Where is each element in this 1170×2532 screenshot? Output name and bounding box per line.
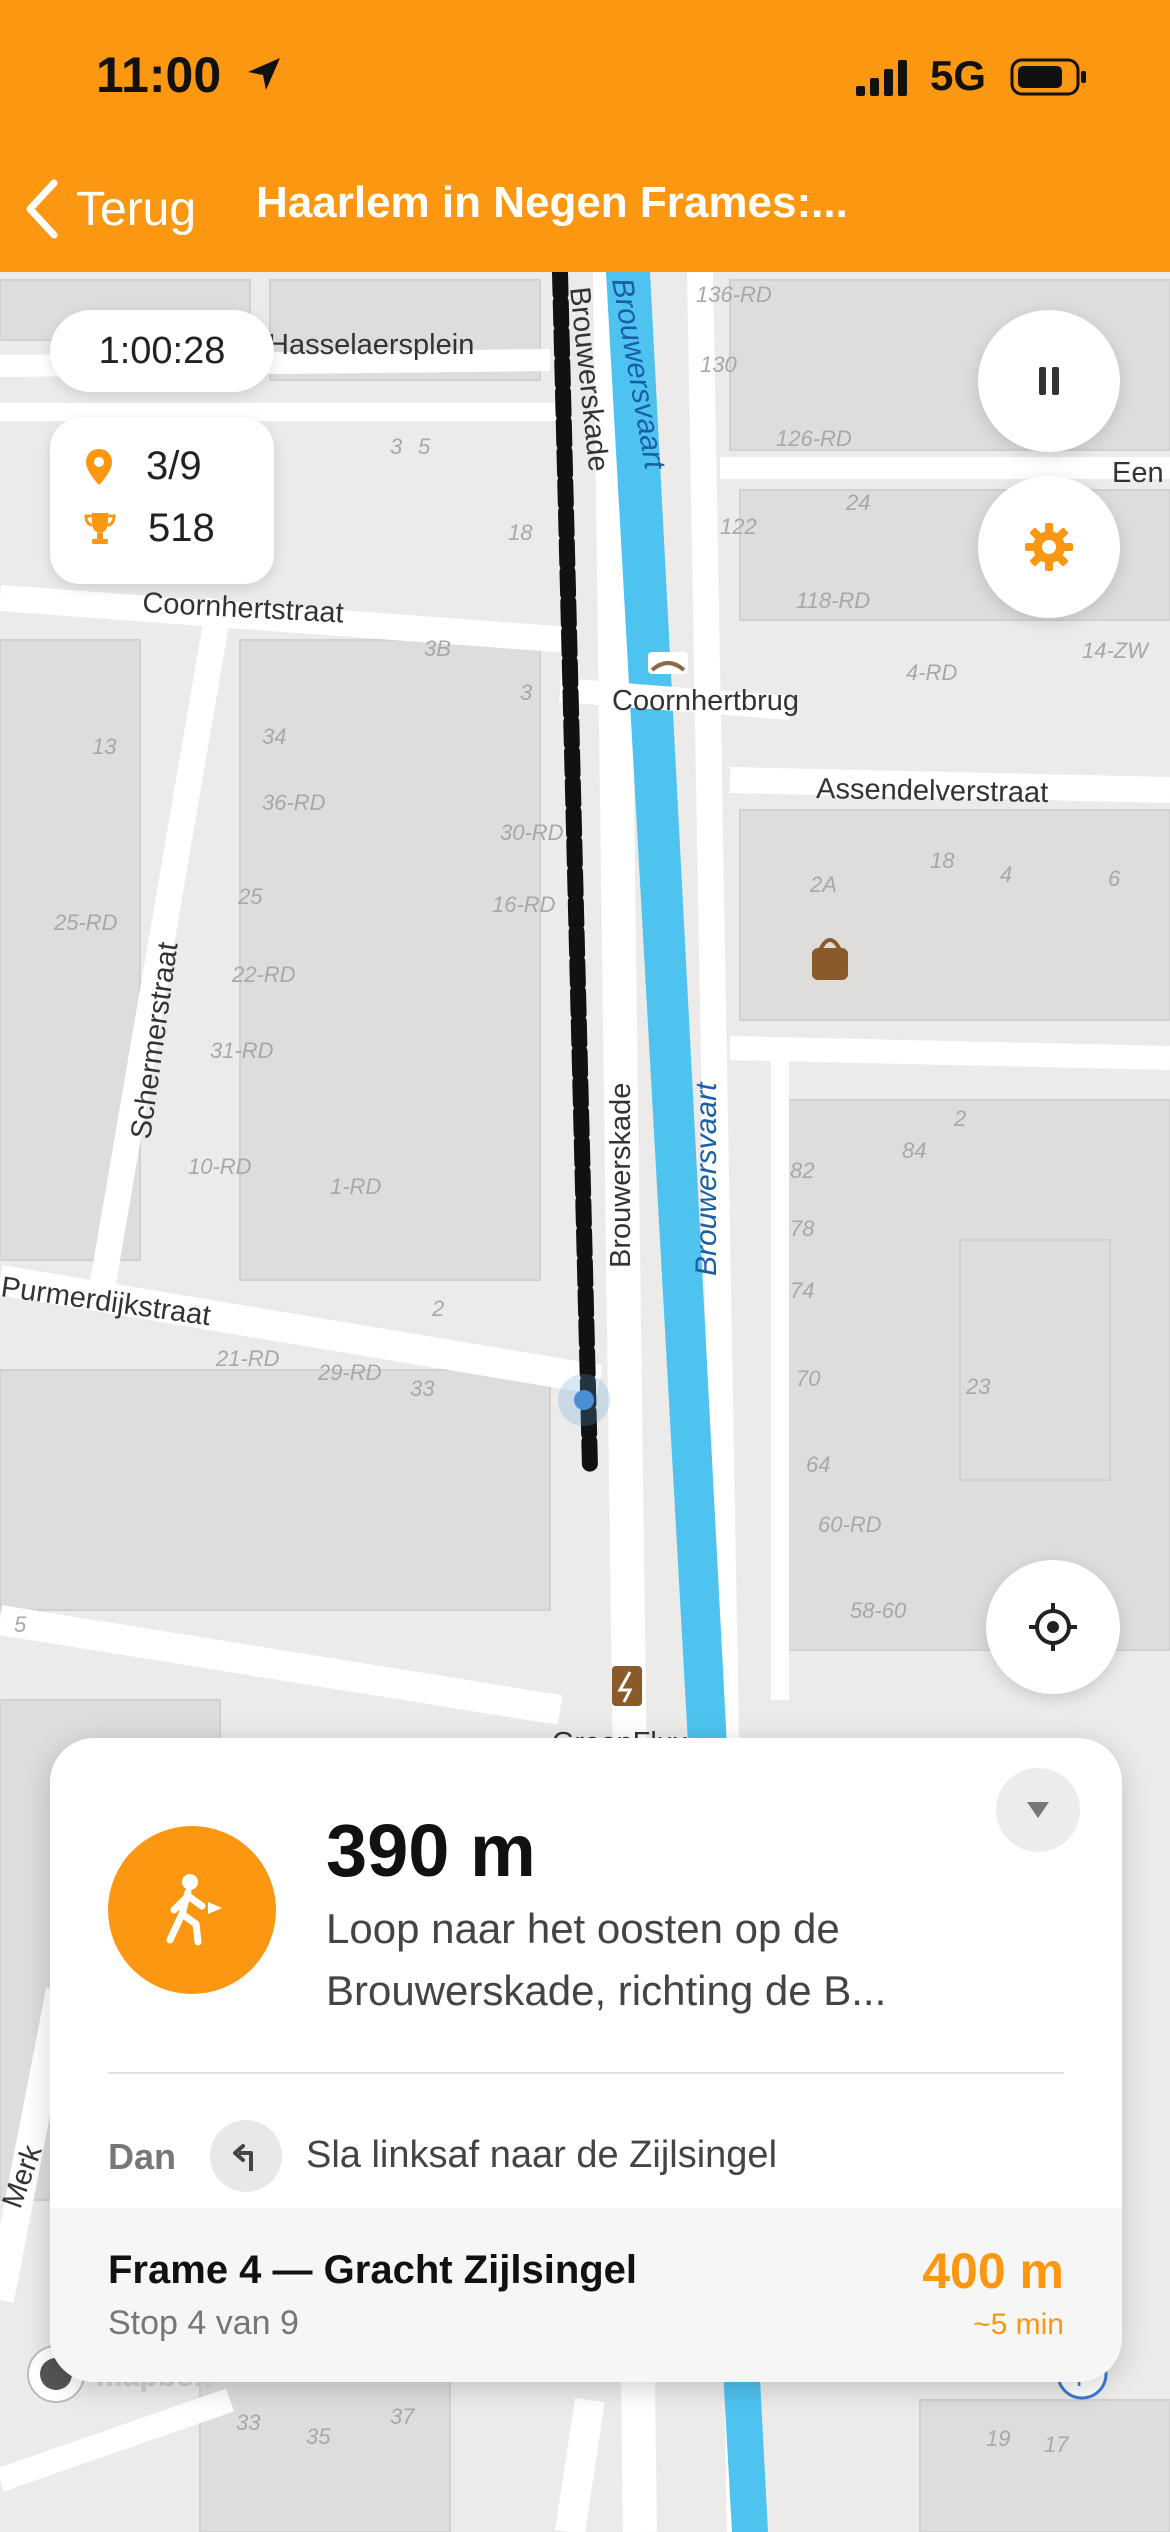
canal-label: Brouwersvaart [690, 1081, 723, 1276]
house-number: 35 [306, 2424, 331, 2449]
navigation-card: 390 m Loop naar het oosten op de Brouwer… [50, 1738, 1122, 2382]
page-title: Haarlem in Negen Frames:... [256, 178, 848, 227]
turn-left-icon [233, 2144, 253, 2171]
house-number: 82 [790, 1158, 814, 1183]
house-number: 13 [92, 734, 117, 759]
location-arrow-icon [248, 58, 280, 90]
house-number: 118-RD [796, 588, 870, 613]
house-number: 18 [930, 848, 955, 873]
street-label: Hasselaersplein [268, 329, 474, 361]
battery-icon [1010, 58, 1086, 96]
charging-icon [612, 1666, 642, 1706]
house-number: 3 [390, 434, 403, 459]
house-number: 37 [390, 2404, 415, 2429]
progress-row: 3/9 [84, 444, 202, 489]
house-number: 4 [1000, 862, 1012, 887]
chevron-left-icon [26, 179, 58, 239]
house-number: 64 [806, 1452, 830, 1477]
house-number: 130 [700, 352, 737, 377]
house-number: 33 [236, 2410, 261, 2435]
house-number: 22-RD [231, 962, 296, 987]
house-number: 16-RD [492, 892, 556, 917]
house-number: 25-RD [53, 910, 118, 935]
trophy-icon [84, 512, 116, 544]
house-number: 21-RD [215, 1346, 280, 1371]
house-number: 2A [809, 872, 837, 897]
house-number: 70 [796, 1366, 821, 1391]
house-number: 122 [720, 514, 757, 539]
house-number: 3B [424, 636, 451, 661]
next-stop-row[interactable]: Frame 4 — Gracht Zijlsingel Stop 4 van 9… [50, 2208, 1122, 2382]
street-label: Coornhertbrug [612, 685, 799, 717]
pause-icon [1039, 367, 1059, 395]
house-number: 29-RD [317, 1360, 382, 1385]
next-stop-distance: 400 m [922, 2243, 1064, 2299]
house-number: 18 [508, 520, 533, 545]
back-button[interactable]: Terug [22, 174, 196, 244]
next-stop-eta: ~5 min [973, 2308, 1064, 2341]
house-number: 58-60 [850, 1598, 907, 1623]
house-number: 14-ZW [1082, 638, 1150, 663]
house-number: 126-RD [776, 426, 852, 451]
next-maneuver-badge [210, 2120, 282, 2192]
tour-stats-card: 3/9 518 [50, 418, 274, 584]
maneuver-instruction: Loop naar het oosten op de Brouwerskade,… [326, 1905, 887, 2014]
house-number: 17 [1044, 2432, 1069, 2457]
house-number: 10-RD [188, 1154, 252, 1179]
house-number: 4-RD [906, 660, 957, 685]
back-label: Terug [76, 182, 197, 236]
house-number: 78 [790, 1216, 815, 1241]
house-number: 23 [965, 1374, 991, 1399]
house-number: 2 [953, 1106, 966, 1131]
elapsed-timer: 1:00:28 [50, 310, 274, 392]
street-label: Een [1112, 457, 1164, 489]
house-number: 25 [237, 884, 263, 909]
caret-down-icon [1027, 1802, 1049, 1818]
recenter-button[interactable] [986, 1560, 1120, 1694]
score-value: 518 [148, 506, 215, 550]
house-number: 36-RD [262, 790, 326, 815]
collapse-button[interactable] [996, 1768, 1080, 1852]
street-label: Assendelverstraat [816, 773, 1049, 809]
maneuver-distance: 390 m [326, 1809, 536, 1892]
next-stop-index: Stop 4 van 9 [108, 2304, 299, 2342]
house-number: 30-RD [500, 820, 564, 845]
house-number: 34 [262, 724, 286, 749]
settings-button[interactable] [978, 476, 1120, 618]
divider [108, 2072, 1064, 2074]
network-type: 5G [930, 52, 987, 99]
house-number: 60-RD [818, 1512, 882, 1537]
locate-icon [1029, 1603, 1077, 1651]
then-label: Dan [108, 2136, 177, 2177]
house-number: 5 [418, 434, 431, 459]
street-label: Brouwerskade [605, 1083, 637, 1268]
house-number: 74 [790, 1278, 814, 1303]
progress-count: 3/9 [146, 444, 202, 488]
house-number: 3 [520, 680, 533, 705]
house-number: 19 [986, 2426, 1010, 2451]
score-row: 518 [84, 506, 215, 551]
signal-icon [856, 60, 907, 96]
house-number: 33 [410, 1376, 435, 1401]
pin-icon [86, 448, 112, 485]
house-number: 1-RD [330, 1174, 381, 1199]
walking-icon [166, 1874, 222, 1946]
maneuver-badge [108, 1826, 276, 1994]
house-number: 84 [902, 1138, 926, 1163]
house-number: 24 [845, 490, 870, 515]
next-stop-title: Frame 4 — Gracht Zijlsingel [108, 2248, 638, 2292]
next-maneuver-instruction: Sla linksaf naar de Zijlsingel [306, 2134, 778, 2176]
status-time: 11:00 [96, 47, 222, 103]
house-number: 6 [1108, 866, 1121, 891]
app-header: 11:00 5G Terug Haarlem in Negen Frames:.… [0, 0, 1170, 272]
house-number: 136-RD [696, 282, 772, 307]
pause-button[interactable] [978, 310, 1120, 452]
house-number: 31-RD [210, 1038, 274, 1063]
bridge-icon [648, 652, 688, 674]
house-number: 2 [431, 1296, 444, 1321]
house-number: 5 [14, 1612, 27, 1637]
gear-icon [1025, 523, 1073, 571]
